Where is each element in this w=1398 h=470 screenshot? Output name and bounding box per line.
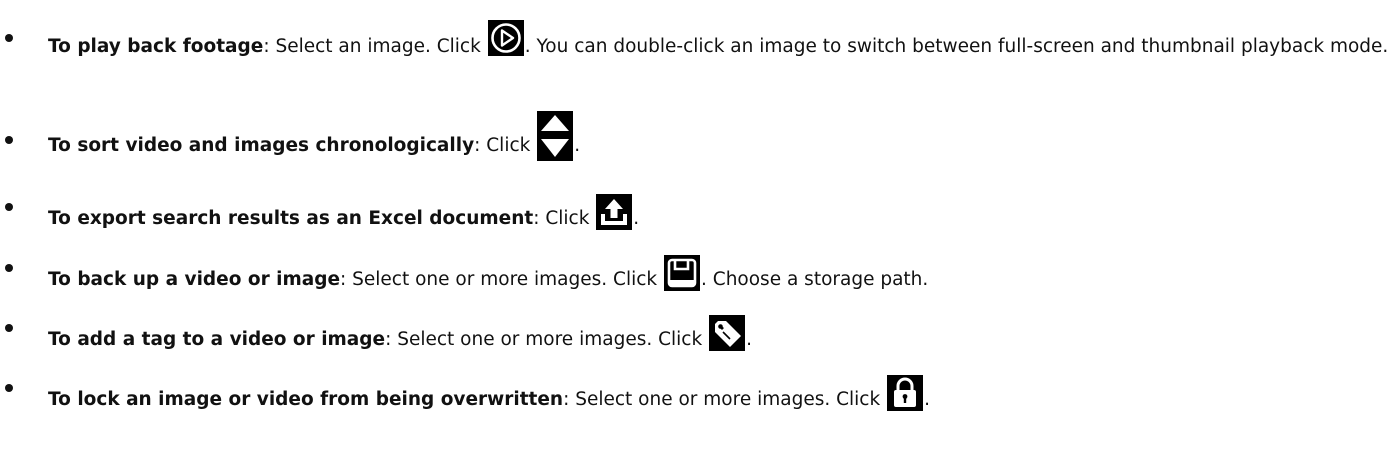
play-circle-icon [487,20,524,56]
list-item-body: . You can double-click an image to switc… [524,36,1389,57]
list-item-body: : Click [533,208,596,229]
list-item-text: To export search results as an Excel doc… [48,194,1392,233]
list-item-body: : Select one or more images. Click [563,389,887,410]
list-item-body: . [746,329,752,350]
lock-icon [887,375,924,411]
list-item-text: To play back footage: Select an image. C… [48,20,1392,65]
bullet [5,136,13,144]
list-item-body: : Click [474,135,537,156]
list-item-lead: To export search results as an Excel doc… [48,208,534,229]
tag-icon [709,315,746,351]
list-item-lead: To sort video and images chronologically [48,135,475,156]
list-item-text: To sort video and images chronologically… [48,111,1392,161]
list-item-text: To back up a video or image: Select one … [48,255,1392,294]
list-item-body: . [633,208,640,229]
list-item-text: To lock an image or video from being ove… [48,375,1392,414]
list-item-body: : Select an image. Click [263,36,487,57]
list-item-body: : Select one or more images. Click [340,269,664,290]
save-disk-icon [664,255,701,291]
list-item-lead: To add a tag to a video or image [48,329,386,350]
list-item-lead: To lock an image or video from being ove… [48,389,564,410]
bullet [5,384,13,392]
sort-up-down-icon [537,111,574,161]
list-item-lead: To play back footage [48,36,264,57]
bullet [5,324,13,332]
list-item-body: : Select one or more images. Click [385,329,709,350]
bullet [5,264,13,272]
list-item-body: . [574,135,581,156]
list-item-text: To add a tag to a video or image: Select… [48,315,1392,354]
export-upload-icon [596,194,633,230]
list-item-lead: To back up a video or image [48,269,341,290]
list-item-body: . Choose a storage path. [701,269,929,290]
list-item-body: . [924,389,930,410]
bullet [5,34,13,42]
bullet [5,203,13,211]
